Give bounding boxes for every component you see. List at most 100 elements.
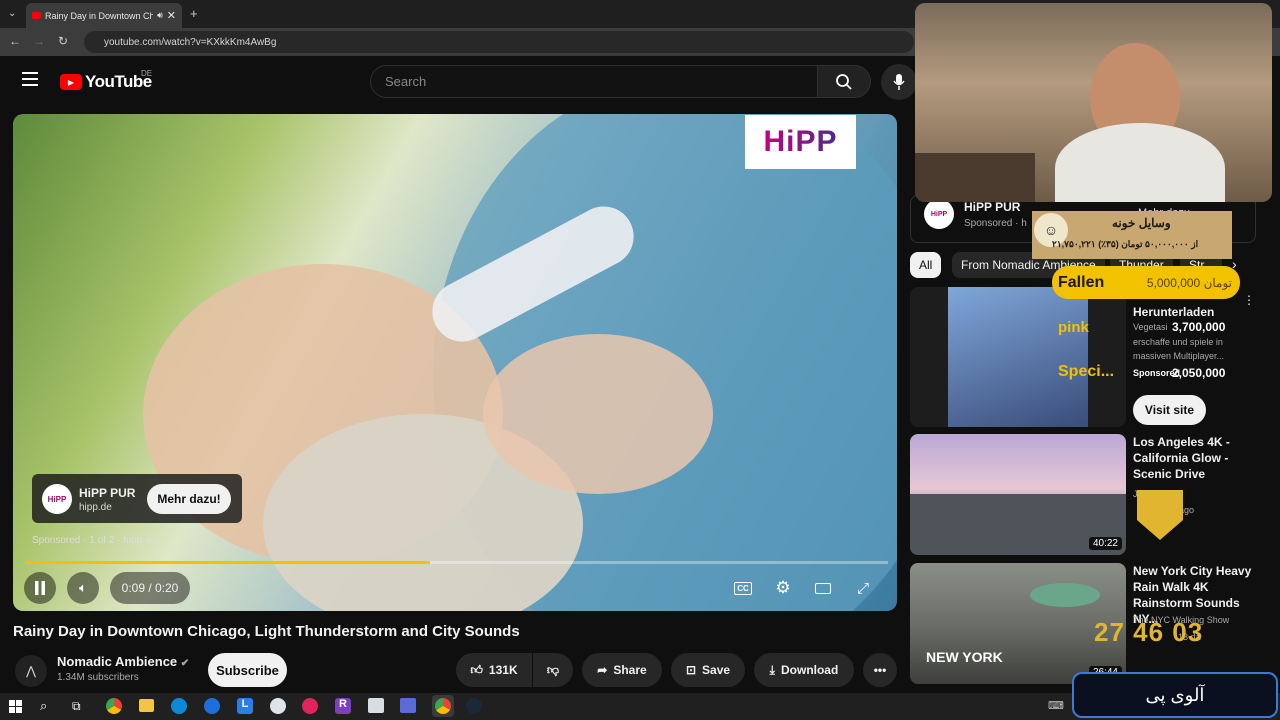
app-icon[interactable] bbox=[204, 698, 220, 714]
mute-button[interactable]: 🔈︎ bbox=[67, 572, 99, 604]
hipp-brand-logo: HiPP bbox=[745, 115, 856, 169]
windows-start-icon[interactable] bbox=[9, 700, 22, 713]
forward-icon[interactable]: → bbox=[33, 34, 45, 48]
reload-icon[interactable]: ↻ bbox=[58, 34, 68, 48]
promo-title[interactable]: Herunterladen bbox=[1133, 304, 1258, 320]
voice-search-button[interactable] bbox=[881, 64, 917, 100]
gear-icon: ⚙︎ bbox=[775, 578, 791, 597]
ad-cta-button[interactable]: Mehr dazu! bbox=[147, 484, 231, 514]
channel-name[interactable]: Nomadic Ambience ✔ bbox=[57, 654, 189, 669]
more-horizontal-icon: ••• bbox=[873, 663, 887, 677]
thumbs-down-icon: 👎︎ bbox=[546, 662, 560, 677]
dislike-button[interactable]: 👎︎ bbox=[533, 653, 573, 687]
duration-badge: 40:22 bbox=[1088, 533, 1122, 551]
microphone-icon bbox=[893, 74, 905, 90]
donation-goal-progress: ۲۱,۷۵۰,۲۲۱ از ۵۰,۰۰۰,۰۰۰ تومان (۳۵٪) bbox=[1052, 239, 1199, 249]
visit-site-button[interactable]: Visit site bbox=[1133, 395, 1206, 425]
subscribe-button[interactable]: Subscribe bbox=[208, 653, 287, 687]
desk-shape bbox=[915, 153, 1035, 202]
tab-title: Rainy Day in Downtown Ch bbox=[45, 10, 154, 21]
keyboard-icon[interactable]: ⌨ bbox=[1048, 699, 1064, 712]
settings-button[interactable]: ⚙︎ bbox=[767, 572, 799, 604]
search-button[interactable] bbox=[817, 65, 871, 98]
download-label: Download bbox=[780, 663, 839, 677]
captions-icon: CC bbox=[734, 581, 752, 595]
thumbs-up-icon: 👍︎ bbox=[470, 662, 483, 677]
video-age: ly ago bbox=[1170, 505, 1195, 515]
save-button[interactable]: ⊡ Save bbox=[671, 653, 745, 687]
video-title-link[interactable]: Los Angeles 4K - California Glow - Sceni… bbox=[1133, 434, 1258, 482]
promo-amount: 3,700,000 bbox=[1172, 320, 1226, 334]
promo-more-icon[interactable]: ⋮ bbox=[1243, 293, 1255, 307]
file-explorer-icon[interactable] bbox=[139, 699, 154, 712]
promo-amount: 2,050,000 bbox=[1172, 366, 1226, 380]
progress-bar-fill bbox=[24, 561, 431, 564]
sidebar-ad-avatar: HiPP bbox=[924, 199, 954, 229]
audio-playing-icon[interactable]: 🔊︎ bbox=[157, 10, 163, 21]
edge-icon[interactable] bbox=[171, 698, 187, 714]
steam-icon[interactable] bbox=[466, 698, 482, 714]
fullscreen-button[interactable]: ⤢ bbox=[847, 572, 879, 604]
time-display: 0:09 / 0:20 bbox=[110, 572, 190, 604]
youtube-play-logo-icon: ▶ bbox=[60, 74, 82, 90]
donor-alert: Fallen 5,000,000 تومان bbox=[1052, 266, 1240, 299]
tab-close-icon[interactable]: ✕ bbox=[167, 9, 176, 22]
share-label: Share bbox=[613, 663, 647, 677]
search-icon bbox=[836, 73, 852, 90]
thumbnail-text: NEW YORK bbox=[926, 649, 1003, 665]
download-button[interactable]: ⤓ Download bbox=[754, 653, 854, 687]
app-icon[interactable] bbox=[270, 698, 286, 714]
video-thumbnail[interactable]: 40:22 bbox=[910, 434, 1126, 555]
more-actions-button[interactable]: ••• bbox=[863, 653, 897, 687]
new-tab-button[interactable]: + bbox=[190, 6, 198, 21]
hipp-logo-text: HiPP bbox=[763, 125, 838, 158]
share-button[interactable]: ➦ Share bbox=[582, 653, 662, 687]
bookmark-icon: ⊡ bbox=[685, 663, 697, 677]
like-count: 131K bbox=[488, 663, 518, 677]
verified-icon: ✔ bbox=[180, 658, 190, 669]
chip-all[interactable]: All bbox=[910, 252, 942, 278]
pause-icon bbox=[35, 581, 45, 595]
youtube-logo[interactable]: ▶ YouTube bbox=[60, 72, 152, 92]
promo-overlay-text: pink bbox=[1058, 319, 1089, 336]
video-title: Rainy Day in Downtown Chicago, Light Thu… bbox=[13, 623, 520, 640]
task-view-icon[interactable]: ⧉ bbox=[72, 699, 81, 714]
ad-sponsored-line: Sponsored · 1 of 2 · hipp.de bbox=[32, 535, 156, 546]
tab-menu-chevron-icon[interactable]: ⌄ bbox=[8, 8, 16, 19]
promo-desc: massiven Multiplayer... bbox=[1133, 351, 1225, 361]
pause-button[interactable] bbox=[24, 572, 56, 604]
search-input[interactable]: Search bbox=[370, 65, 818, 98]
save-label: Save bbox=[702, 663, 731, 677]
back-icon[interactable]: ← bbox=[9, 34, 21, 48]
url-bar[interactable]: youtube.com/watch?v=KXkkKm4AwBg bbox=[84, 31, 914, 53]
sidebar-ad-sponsored: Sponsored · h bbox=[964, 218, 1027, 229]
like-button[interactable]: 👍︎ 131K bbox=[456, 653, 532, 687]
streamer-shirt-shape bbox=[1055, 123, 1225, 202]
fullscreen-icon: ⤢ bbox=[856, 579, 869, 597]
captions-button[interactable]: CC bbox=[727, 572, 759, 604]
ad-card-domain: hipp.de bbox=[79, 502, 112, 513]
taskbar-search-icon[interactable]: ⌕ bbox=[40, 698, 47, 714]
hamburger-menu-icon[interactable] bbox=[22, 72, 38, 86]
alloypay-overlay: آلوی پی bbox=[1072, 672, 1278, 718]
app-r-icon[interactable]: R bbox=[335, 698, 351, 714]
promo-thumbnail[interactable]: pink Speci... bbox=[910, 287, 1126, 427]
app-l-icon[interactable]: L bbox=[237, 698, 253, 714]
theater-icon bbox=[815, 582, 831, 594]
share-icon: ➦ bbox=[597, 663, 608, 677]
alloypay-logo-text: آلوی پی bbox=[1145, 684, 1205, 705]
chrome-icon[interactable] bbox=[106, 698, 122, 714]
app-icon[interactable] bbox=[302, 698, 318, 714]
youtube-favicon-icon bbox=[32, 12, 41, 19]
subscriber-count: 1.34M subscribers bbox=[57, 672, 139, 683]
browser-tab[interactable]: Rainy Day in Downtown Ch 🔊︎ ✕ bbox=[26, 3, 182, 28]
stream-timer: 27 46 03 bbox=[1094, 617, 1204, 647]
theater-mode-button[interactable] bbox=[807, 572, 839, 604]
volume-icon: 🔈︎ bbox=[79, 580, 87, 595]
app-icon[interactable] bbox=[400, 698, 416, 713]
channel-avatar[interactable]: ⋀ bbox=[15, 655, 47, 687]
app-icon[interactable] bbox=[368, 698, 384, 713]
channel-name-text: Nomadic Ambience bbox=[57, 654, 178, 669]
chrome-active-icon[interactable] bbox=[435, 698, 451, 714]
sidebar-ad-title: HiPP PUR bbox=[964, 200, 1021, 214]
